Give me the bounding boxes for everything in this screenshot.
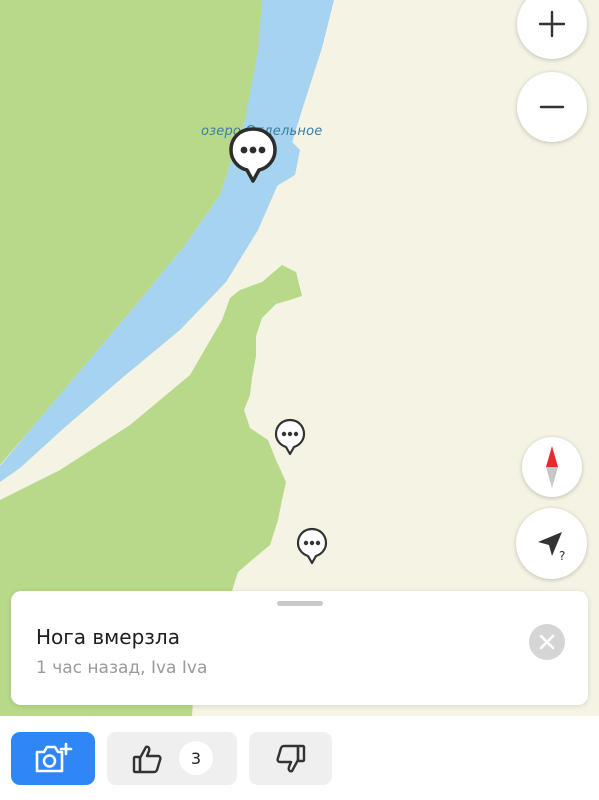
comment-meta: 1 час назад, Iva Iva [36,658,208,678]
svg-text:?: ? [559,549,565,562]
add-photo-button[interactable] [11,732,95,785]
close-sheet-button[interactable] [529,624,565,660]
sheet-drag-handle[interactable] [277,601,323,606]
like-count: 3 [179,741,213,775]
comment-bubble-icon [229,127,277,183]
compass-button[interactable] [522,437,582,497]
dislike-button[interactable] [249,732,332,785]
like-button[interactable]: 3 [107,732,237,785]
compass-icon [546,446,558,488]
comment-marker[interactable] [273,418,307,460]
my-location-button[interactable]: ? [516,508,587,579]
action-bar: 3 [0,716,599,800]
location-arrow-unknown-icon: ? [537,531,565,562]
zoom-out-button[interactable] [517,72,587,142]
thumbs-down-icon [275,744,305,772]
comment-title: Нога вмерзла [36,625,180,649]
thumbs-up-icon [132,745,162,774]
close-icon [539,634,555,650]
comment-marker[interactable] [295,527,329,569]
camera-plus-icon [35,742,73,772]
comment-marker-selected[interactable] [228,126,278,188]
plus-icon [538,10,566,38]
comment-bubble-icon [296,527,328,565]
comment-bubble-icon [274,418,306,456]
minus-icon [539,105,565,109]
comment-detail-sheet[interactable]: Нога вмерзла 1 час назад, Iva Iva [11,591,588,705]
